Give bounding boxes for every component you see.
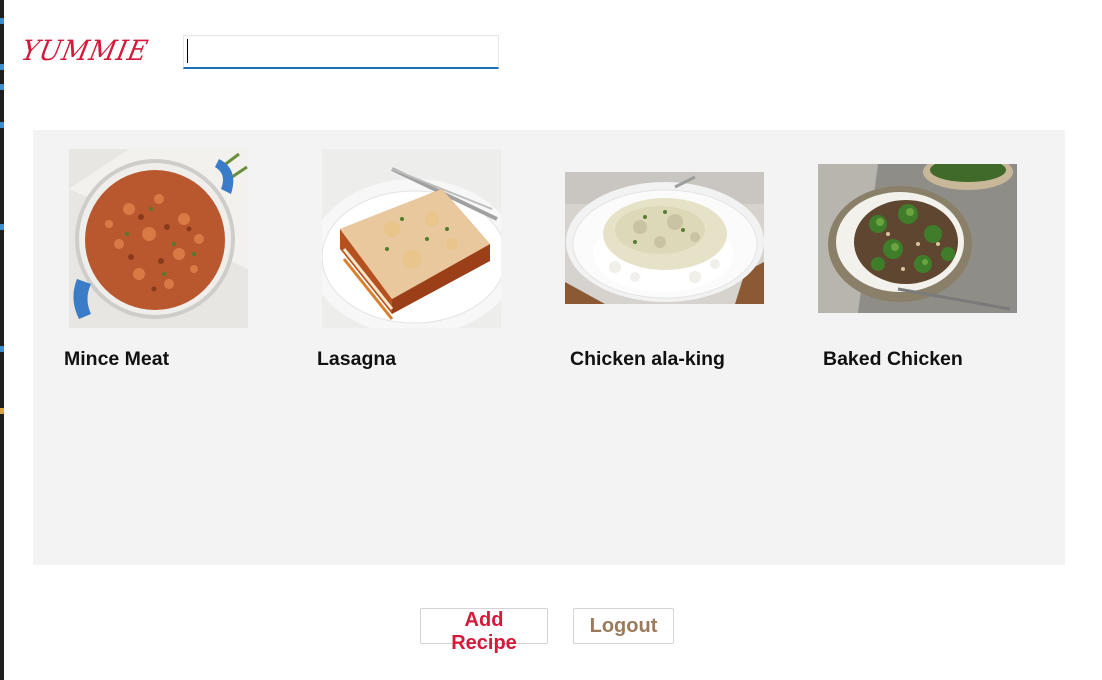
edge-marker — [0, 64, 4, 70]
editor-edge-strip — [0, 0, 4, 680]
lasagna-photo[interactable] — [322, 149, 501, 328]
mince-meat-photo[interactable] — [69, 149, 248, 328]
logout-button[interactable]: Logout — [573, 608, 674, 644]
chicken-ala-king-photo[interactable] — [565, 172, 764, 304]
baked-chicken-photo[interactable] — [818, 164, 1017, 313]
edge-marker — [0, 346, 4, 352]
add-recipe-button[interactable]: Add Recipe — [420, 608, 548, 654]
recipe-title[interactable]: Mince Meat — [64, 348, 169, 371]
edge-marker — [0, 84, 4, 90]
text-caret — [187, 39, 188, 63]
edge-marker — [0, 122, 4, 128]
recipe-title[interactable]: Baked Chicken — [823, 348, 963, 371]
edge-marker — [0, 408, 4, 414]
app-logo: YUMMIE — [18, 34, 152, 67]
recipe-title[interactable]: Chicken ala-king — [570, 348, 725, 371]
recipe-grid: Mince Meat Lasagna Chicken ala-king Bake… — [33, 130, 1065, 565]
edge-marker — [0, 18, 4, 24]
edge-marker — [0, 224, 4, 230]
recipe-title[interactable]: Lasagna — [317, 348, 396, 371]
search-input[interactable] — [183, 35, 499, 69]
